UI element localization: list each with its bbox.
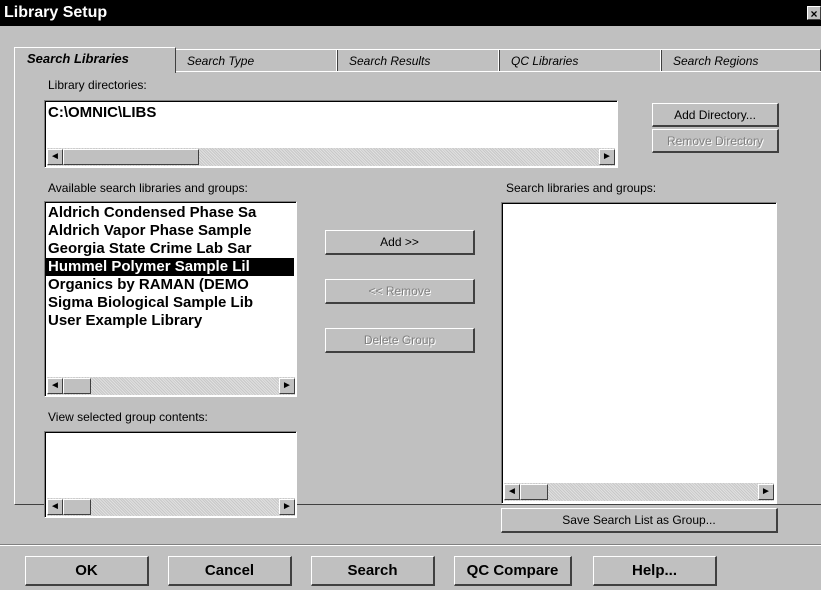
scroll-thumb[interactable]	[63, 499, 91, 515]
search-libraries-label: Search libraries and groups:	[506, 181, 657, 195]
search-button[interactable]: Search	[311, 556, 435, 586]
qc-compare-button[interactable]: QC Compare	[454, 556, 572, 586]
close-button[interactable]: ×	[807, 6, 821, 21]
available-items: Aldrich Condensed Phase Sa Aldrich Vapor…	[46, 204, 294, 330]
search-list-hscrollbar[interactable]: ◄ ►	[504, 483, 774, 501]
help-button[interactable]: Help...	[593, 556, 717, 586]
list-item[interactable]: Aldrich Vapor Phase Sample	[46, 222, 294, 240]
available-libraries-label: Available search libraries and groups:	[48, 181, 248, 195]
scroll-right-button[interactable]: ►	[279, 499, 295, 515]
scroll-right-button[interactable]: ►	[758, 484, 774, 500]
library-directories-list[interactable]: C:\OMNIC\LIBS ◄ ►	[44, 100, 618, 168]
scroll-left-button[interactable]: ◄	[504, 484, 520, 500]
window-title: Library Setup	[4, 4, 108, 21]
left-arrow-icon: ◄	[50, 151, 60, 162]
tab-search-regions[interactable]: Search Regions	[660, 49, 821, 71]
directories-hscrollbar[interactable]: ◄ ►	[47, 148, 615, 166]
right-arrow-icon: ►	[761, 486, 771, 497]
list-item[interactable]: Aldrich Condensed Phase Sa	[46, 204, 294, 222]
available-hscrollbar[interactable]: ◄ ►	[47, 377, 295, 395]
scroll-thumb[interactable]	[63, 378, 91, 394]
tab-label: QC Libraries	[511, 54, 579, 68]
remove-button[interactable]: << Remove	[325, 279, 475, 304]
cancel-button[interactable]: Cancel	[168, 556, 292, 586]
remove-directory-button[interactable]: Remove Directory	[652, 129, 779, 153]
tab-label: Search Results	[349, 54, 431, 68]
scroll-right-button[interactable]: ►	[599, 149, 615, 165]
tab-qc-libraries[interactable]: QC Libraries	[498, 49, 662, 71]
tab-label: Search Regions	[673, 54, 759, 68]
add-button[interactable]: Add >>	[325, 230, 475, 255]
ok-button[interactable]: OK	[25, 556, 149, 586]
directory-entry[interactable]: C:\OMNIC\LIBS	[48, 104, 156, 121]
group-contents-label: View selected group contents:	[48, 410, 208, 424]
tab-label: Search Type	[187, 54, 255, 68]
scroll-left-button[interactable]: ◄	[47, 149, 63, 165]
left-arrow-icon: ◄	[507, 486, 517, 497]
tab-search-type[interactable]: Search Type	[174, 49, 338, 71]
footer-separator	[0, 544, 821, 546]
scroll-left-button[interactable]: ◄	[47, 378, 63, 394]
right-arrow-icon: ►	[602, 151, 612, 162]
scroll-left-button[interactable]: ◄	[47, 499, 63, 515]
tab-search-results[interactable]: Search Results	[336, 49, 500, 71]
title-bar: Library Setup	[0, 0, 821, 26]
scroll-right-button[interactable]: ►	[279, 378, 295, 394]
save-search-list-button[interactable]: Save Search List as Group...	[501, 508, 778, 533]
list-item[interactable]: Georgia State Crime Lab Sar	[46, 240, 294, 258]
search-libraries-list[interactable]: ◄ ►	[501, 202, 777, 504]
available-libraries-list[interactable]: Aldrich Condensed Phase Sa Aldrich Vapor…	[44, 201, 297, 397]
tab-label: Search Libraries	[27, 51, 129, 66]
list-item[interactable]: Organics by RAMAN (DEMO	[46, 276, 294, 294]
add-directory-button[interactable]: Add Directory...	[652, 103, 779, 127]
group-contents-hscrollbar[interactable]: ◄ ►	[47, 498, 295, 516]
tab-search-libraries[interactable]: Search Libraries	[14, 47, 176, 73]
scroll-thumb[interactable]	[63, 149, 199, 165]
list-item[interactable]: Sigma Biological Sample Lib	[46, 294, 294, 312]
left-arrow-icon: ◄	[50, 380, 60, 391]
list-item[interactable]: User Example Library	[46, 312, 294, 330]
group-contents-list[interactable]: ◄ ►	[44, 431, 297, 518]
scroll-thumb[interactable]	[520, 484, 548, 500]
library-directories-label: Library directories:	[48, 78, 147, 92]
right-arrow-icon: ►	[282, 380, 292, 391]
right-arrow-icon: ►	[282, 501, 292, 512]
delete-group-button[interactable]: Delete Group	[325, 328, 475, 353]
close-icon: ×	[810, 7, 818, 21]
list-item-selected[interactable]: Hummel Polymer Sample Lil	[46, 258, 294, 276]
left-arrow-icon: ◄	[50, 501, 60, 512]
